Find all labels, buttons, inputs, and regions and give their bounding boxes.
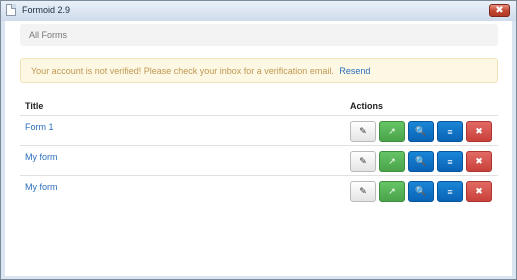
view-button[interactable]: 🔍 [408,181,434,202]
delete-button[interactable]: ✖ [466,151,492,172]
alert-message: Your account is not verified! Please che… [31,66,334,76]
pencil-icon: ✎ [359,186,367,196]
list-icon: ≡ [447,156,453,167]
table-row: Form 1 ✎ ↗ 🔍 ≡ ✖ [20,115,498,146]
share-button[interactable]: ↗ [379,151,405,172]
search-icon: 🔍 [415,126,427,136]
alert-text: Your account is not verified! Please che… [31,66,370,76]
title-bar[interactable]: Formoid 2.9 ✖ [1,1,516,21]
entries-button[interactable]: ≡ [437,151,463,172]
window-bottom-frame [1,276,516,279]
delete-icon: ✖ [475,156,483,166]
delete-icon: ✖ [475,186,483,196]
window-title: Formoid 2.9 [22,5,71,15]
share-button[interactable]: ↗ [379,121,405,142]
view-button[interactable]: 🔍 [408,121,434,142]
pencil-icon: ✎ [359,156,367,166]
table-row: My form ✎ ↗ 🔍 ≡ ✖ [20,145,498,176]
edit-button[interactable]: ✎ [350,181,376,202]
list-icon: ≡ [447,186,453,197]
search-icon: 🔍 [415,156,427,166]
close-window-button[interactable]: ✖ [489,4,510,17]
verification-alert: Your account is not verified! Please che… [20,58,498,83]
edit-button[interactable]: ✎ [350,151,376,172]
search-icon: 🔍 [415,186,427,196]
pencil-icon: ✎ [359,126,367,136]
resend-link[interactable]: Resend [339,66,370,76]
table-row: My form ✎ ↗ 🔍 ≡ ✖ [20,175,498,206]
share-icon: ↗ [388,186,396,196]
view-button[interactable]: 🔍 [408,151,434,172]
share-icon: ↗ [388,156,396,166]
share-button[interactable]: ↗ [379,181,405,202]
edit-button[interactable]: ✎ [350,121,376,142]
delete-button[interactable]: ✖ [466,181,492,202]
column-header-actions: Actions [350,101,384,111]
breadcrumb-item-all-forms[interactable]: All Forms [29,30,67,40]
delete-icon: ✖ [475,126,483,136]
list-icon: ≡ [447,126,453,137]
entries-button[interactable]: ≡ [437,121,463,142]
column-header-title: Title [25,101,44,111]
content-area: All Forms Your account is not verified! … [5,21,512,276]
entries-button[interactable]: ≡ [437,181,463,202]
form-title-link[interactable]: My form [25,182,58,192]
app-window: Formoid 2.9 ✖ All Forms Your account is … [0,0,517,280]
breadcrumb: All Forms [20,24,498,46]
form-title-link[interactable]: My form [25,152,58,162]
close-icon: ✖ [495,5,504,16]
document-icon [6,4,16,16]
share-icon: ↗ [388,126,396,136]
form-title-link[interactable]: Form 1 [25,122,54,132]
delete-button[interactable]: ✖ [466,121,492,142]
